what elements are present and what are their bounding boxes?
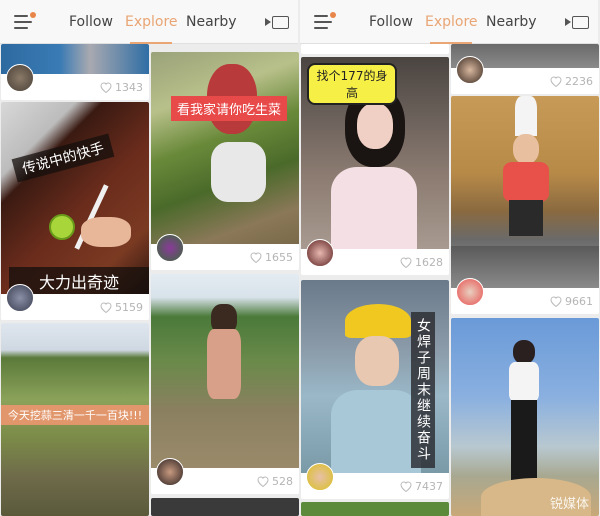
top-nav: Follow Explore Nearby (300, 0, 598, 44)
like-count[interactable]: 1343 (100, 81, 143, 94)
video-camera-icon[interactable] (565, 16, 589, 29)
video-camera-icon[interactable] (265, 16, 289, 29)
thumbnail (151, 274, 299, 468)
feed-card[interactable]: 2236 (451, 44, 599, 94)
thumbnail (451, 318, 599, 516)
like-count[interactable]: 1655 (250, 251, 293, 264)
feed-card[interactable]: 看我家请你吃生菜 1655 (151, 52, 299, 270)
like-count[interactable]: 528 (257, 475, 293, 488)
top-nav: Follow Explore Nearby (0, 0, 298, 44)
menu-icon[interactable] (314, 12, 336, 29)
tab-explore[interactable]: Explore (125, 14, 178, 30)
avatar[interactable] (156, 458, 184, 486)
tab-follow[interactable]: Follow (69, 14, 113, 30)
avatar[interactable] (456, 56, 484, 84)
tab-nearby[interactable]: Nearby (486, 14, 537, 30)
active-tab-indicator (430, 42, 472, 44)
watermark: 锐媒体 (549, 497, 589, 512)
feed-card[interactable]: 锐媒体 (451, 318, 599, 516)
video-caption: 找个177的身高 (307, 63, 397, 105)
avatar[interactable] (306, 463, 334, 491)
like-count[interactable]: 9661 (550, 295, 593, 308)
thumbnail (451, 96, 599, 288)
avatar[interactable] (6, 284, 34, 312)
like-count[interactable]: 7437 (400, 480, 443, 493)
heart-icon (250, 252, 262, 263)
heart-icon (550, 296, 562, 307)
feed-card[interactable]: 找个177的身高 1628 (301, 57, 449, 275)
feed-card[interactable]: 1343 (1, 44, 149, 100)
video-caption: 女焊子周末继续奋斗 (411, 312, 435, 468)
feed-card[interactable] (151, 498, 299, 516)
active-tab-indicator (130, 42, 172, 44)
heart-icon (400, 481, 412, 492)
avatar[interactable] (6, 64, 34, 92)
tab-nearby[interactable]: Nearby (186, 14, 237, 30)
avatar[interactable] (306, 239, 334, 267)
video-caption: 看我家请你吃生菜 (171, 96, 288, 121)
feed-card[interactable]: 今天挖蒜三清一千一百块!!! (1, 323, 149, 516)
like-count[interactable]: 5159 (100, 301, 143, 314)
heart-icon (100, 302, 112, 313)
avatar[interactable] (456, 278, 484, 306)
feed-card[interactable]: 528 (151, 274, 299, 494)
avatar[interactable] (156, 234, 184, 262)
like-count[interactable]: 2236 (550, 75, 593, 88)
feed-card[interactable] (301, 502, 449, 516)
tab-explore[interactable]: Explore (425, 14, 478, 30)
feed-card[interactable]: 女焊子周末继续奋斗 7437 (301, 280, 449, 499)
heart-icon (550, 76, 562, 87)
heart-icon (257, 476, 269, 487)
heart-icon (400, 257, 412, 268)
phone-screen-1: Follow Explore Nearby 1343 传说中的快手 大力出奇迹 … (0, 0, 300, 516)
heart-icon (100, 82, 112, 93)
feed-card[interactable] (301, 44, 449, 54)
like-count[interactable]: 1628 (400, 256, 443, 269)
thumbnail (151, 52, 299, 244)
feed-card[interactable]: 传说中的快手 大力出奇迹 5159 (1, 102, 149, 320)
thumbnail (1, 102, 149, 294)
feed-card[interactable]: 9661 (451, 96, 599, 314)
menu-icon[interactable] (14, 12, 36, 29)
video-caption: 今天挖蒜三清一千一百块!!! (1, 405, 149, 425)
phone-screen-2: Follow Explore Nearby 找个177的身高 1628 女焊子周… (300, 0, 600, 516)
tab-follow[interactable]: Follow (369, 14, 413, 30)
